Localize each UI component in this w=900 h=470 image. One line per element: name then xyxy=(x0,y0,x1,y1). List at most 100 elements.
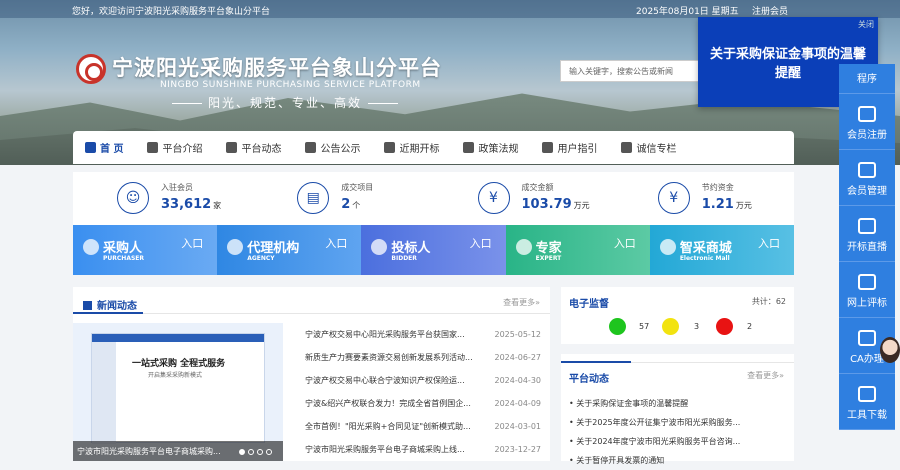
carousel-dot[interactable] xyxy=(266,449,272,455)
monitor-title: 电子监督 xyxy=(569,299,609,310)
stat-savings: ¥ 节约资金 1.21 万元 xyxy=(614,172,794,225)
portal-entry[interactable]: 入口 xyxy=(181,235,203,251)
chart-icon: ▤ xyxy=(297,182,330,214)
news-item[interactable]: 宁波产权交易中心阳光采购服务平台获国家... 2025-05-12 xyxy=(305,323,541,346)
megaphone-icon xyxy=(226,142,238,153)
shield-icon xyxy=(621,142,633,153)
news-item-date: 2024-04-30 xyxy=(494,376,542,385)
news-item-title[interactable]: 宁波产权交易中心阳光采购服务平台获国家... xyxy=(305,323,475,346)
news-item-title[interactable]: 宁波&绍兴产权联合发力！完成全省首例国企... xyxy=(305,392,475,415)
dynamics-item[interactable]: • 关于2025年度公开征集宁波市阳光采购服务... xyxy=(569,413,789,432)
sidebar-label: 工具下载 xyxy=(847,410,887,421)
dynamics-item[interactable]: • 关于2024年度宁波市阳光采购服务平台咨询... xyxy=(569,432,789,451)
dynamics-item[interactable]: • 关于采购保证金事项的温馨提醒 xyxy=(569,394,789,413)
portal-purchaser[interactable]: 采购人 PURCHASER 入口 xyxy=(73,225,218,275)
right-sidebar: 程序 会员注册 会员管理 开标直播 网上评标 CA办理 工具下载 xyxy=(839,64,895,430)
news-item-date: 2024-03-01 xyxy=(494,422,542,431)
sidebar-label: CA办理 xyxy=(850,354,884,365)
ca-icon xyxy=(858,330,876,346)
sidebar-live-bidding[interactable]: 开标直播 xyxy=(839,206,895,262)
nav-policies[interactable]: 政策法规 xyxy=(451,140,530,155)
stat-unit: 万元 xyxy=(573,201,590,210)
sidebar-online-review[interactable]: 网上评标 xyxy=(839,262,895,318)
register-link[interactable]: 注册会员 xyxy=(752,4,788,17)
main-nav: 首 页 平台介绍 平台动态 公告公示 近期开标 政策法规 用户指引 诚信专栏 xyxy=(73,131,794,164)
stat-value: 103.79 万元 xyxy=(522,197,590,212)
sidebar-member-register[interactable]: 会员注册 xyxy=(839,94,895,150)
sidebar-app[interactable]: 程序 xyxy=(839,64,895,94)
news-item[interactable]: 宁波&绍兴产权联合发力！完成全省首例国企... 2024-04-09 xyxy=(305,392,541,415)
carousel-dot[interactable] xyxy=(257,449,263,455)
portal-entry[interactable]: 入口 xyxy=(614,235,636,251)
news-item[interactable]: 宁波市阳光采购服务平台电子商城采购上线... 2023-12-27 xyxy=(305,438,541,461)
home-icon xyxy=(85,142,96,153)
user-manage-icon xyxy=(858,162,876,178)
portal-name: 采购人 xyxy=(103,241,143,256)
news-item-title[interactable]: 宁波产权交易中心联合宁波知识产权保险运... xyxy=(305,369,475,392)
portal-entry[interactable]: 入口 xyxy=(325,235,347,251)
monitor-icon xyxy=(858,218,876,234)
news-item-date: 2023-12-27 xyxy=(494,445,542,454)
portal-name-en: Electronic Mall xyxy=(679,255,730,262)
portal-name-en: AGENCY xyxy=(247,255,275,262)
dynamics-more-link[interactable]: 查看更多» xyxy=(747,370,784,381)
portal-name: 智采商城 xyxy=(679,241,732,256)
stat-unit: 家 xyxy=(213,201,222,210)
news-item-title[interactable]: 新质生产力赛要素资源交易创新发展系列活动... xyxy=(305,346,475,369)
news-item-title[interactable]: 全市首例！"阳光采购+合同见证"创新模式助... xyxy=(305,415,475,438)
news-item[interactable]: 新质生产力赛要素资源交易创新发展系列活动... 2024-06-27 xyxy=(305,346,541,369)
top-bar: 您好，欢迎访问宁波阳光采购服务平台象山分平台 2025年08月01日 星期五 注… xyxy=(0,0,900,18)
news-carousel[interactable]: 一站式采购 全程式服务 开启集采采购新模式 宁波市阳光采购服务平台电子商城采购.… xyxy=(73,323,283,461)
portal-bidder[interactable]: 投标人 BIDDER 入口 xyxy=(361,225,506,275)
stat-number: 103.79 xyxy=(521,197,572,212)
news-more-link[interactable]: 查看更多» xyxy=(503,297,540,308)
download-icon xyxy=(858,386,876,402)
search-input[interactable]: 输入关键字，搜索公告或新闻 xyxy=(560,60,710,82)
news-item-date: 2024-06-27 xyxy=(494,353,542,362)
news-item-title[interactable]: 宁波市阳光采购服务平台电子商城采购上线... xyxy=(305,438,475,461)
close-popup-button[interactable]: 关闭 xyxy=(858,19,874,30)
portal-name-en: PURCHASER xyxy=(103,255,144,262)
id-card-icon xyxy=(147,142,159,153)
nav-user-guide[interactable]: 用户指引 xyxy=(530,140,609,155)
stat-unit: 万元 xyxy=(735,201,752,210)
nav-platform-news[interactable]: 平台动态 xyxy=(214,140,293,155)
dynamics-title: 平台动态 xyxy=(569,374,609,385)
portal-name: 专家 xyxy=(535,241,562,256)
stat-projects: ▤ 成交项目 2个 xyxy=(253,172,433,225)
carousel-dot[interactable] xyxy=(248,449,254,455)
portal-entry[interactable]: 入口 xyxy=(470,235,492,251)
nav-label: 近期开标 xyxy=(399,144,440,155)
platform-logo[interactable] xyxy=(76,54,106,84)
news-item-date: 2025-05-12 xyxy=(494,330,542,339)
carousel-dots[interactable] xyxy=(239,449,272,455)
portal-name: 投标人 xyxy=(391,241,431,256)
nav-integrity[interactable]: 诚信专栏 xyxy=(609,140,688,155)
expert-icon xyxy=(515,239,532,255)
sidebar-label: 开标直播 xyxy=(847,242,887,253)
user-icon xyxy=(371,239,388,255)
carousel-dot[interactable] xyxy=(239,449,245,455)
news-item[interactable]: 全市首例！"阳光采购+合同见证"创新模式助... 2024-03-01 xyxy=(305,415,541,438)
users-icon: ☺ xyxy=(117,182,149,214)
nav-home[interactable]: 首 页 xyxy=(73,140,135,155)
nav-recent-bids[interactable]: 近期开标 xyxy=(372,140,451,155)
divider xyxy=(73,312,550,314)
portal-entry[interactable]: 入口 xyxy=(758,235,780,251)
sidebar-tools-download[interactable]: 工具下载 xyxy=(839,374,895,430)
screen-bar xyxy=(92,334,264,342)
sidebar-label: 网上评标 xyxy=(847,298,887,309)
portal-mall[interactable]: 智采商城 Electronic Mall 入口 xyxy=(649,225,795,275)
platform-dynamics-panel: 平台动态 查看更多» • 关于采购保证金事项的温馨提醒 • 关于2025年度公开… xyxy=(561,354,794,465)
sidebar-member-manage[interactable]: 会员管理 xyxy=(839,150,895,206)
green-light-icon xyxy=(609,318,626,335)
nav-platform-intro[interactable]: 平台介绍 xyxy=(135,140,214,155)
nav-announcements[interactable]: 公告公示 xyxy=(293,140,372,155)
portal-agency[interactable]: 代理机构 AGENCY 入口 xyxy=(217,225,362,275)
news-item[interactable]: 宁波产权交易中心联合宁波知识产权保险运... 2024-04-30 xyxy=(305,369,541,392)
monitor-total: 共计：62 xyxy=(752,296,786,307)
portal-expert[interactable]: 专家 EXPERT 入口 xyxy=(505,225,650,275)
service-avatar[interactable] xyxy=(880,337,900,363)
notice-icon xyxy=(305,142,317,153)
news-title: 新闻动态 xyxy=(83,297,137,312)
